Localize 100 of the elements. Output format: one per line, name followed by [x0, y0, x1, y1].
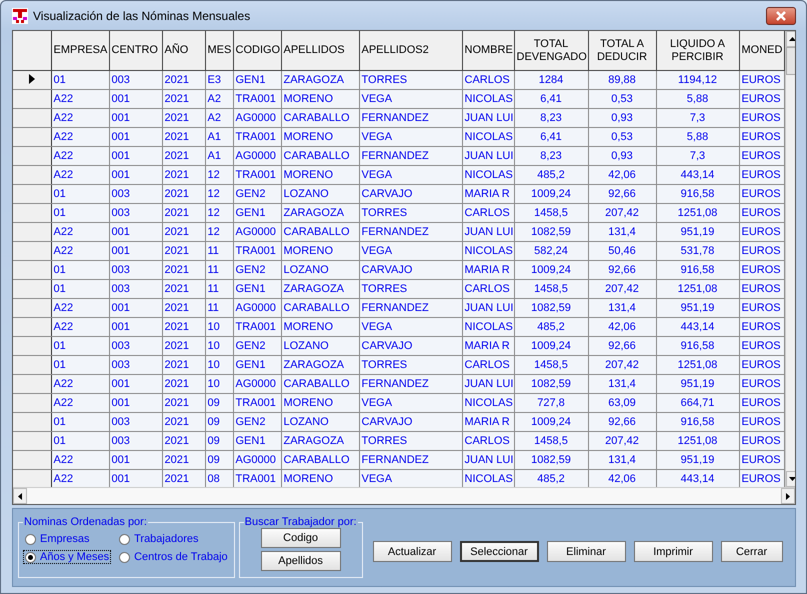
table-cell: A22 — [51, 90, 109, 108]
table-cell: ZARAGOZA — [281, 70, 359, 90]
table-cell: 2021 — [162, 166, 205, 184]
table-cell: EUROS — [739, 204, 784, 222]
table-cell: 11 — [205, 260, 233, 280]
table-cell: 131,4 — [588, 374, 656, 394]
table-cell: 92,66 — [588, 184, 656, 204]
column-header[interactable]: TOTAL A DEDUCIR — [588, 31, 656, 70]
table-cell: LOZANO — [281, 336, 359, 356]
search-button[interactable]: Codigo — [260, 528, 341, 548]
table-cell: EUROS — [739, 394, 784, 412]
table-cell: 003 — [109, 336, 162, 356]
table-cell: 01 — [51, 184, 109, 204]
table-cell: A22 — [51, 108, 109, 128]
table-cell: 207,42 — [588, 280, 656, 298]
table-cell: 63,09 — [588, 394, 656, 412]
table-cell: A22 — [51, 450, 109, 470]
column-header[interactable]: APELLIDOS — [281, 31, 359, 70]
table-cell: VEGA — [359, 242, 462, 260]
scroll-right-button[interactable] — [781, 488, 795, 504]
table-cell: 0,53 — [588, 90, 656, 108]
horizontal-scrollbar[interactable] — [13, 487, 795, 504]
action-button[interactable]: Cerrar — [720, 541, 783, 562]
vertical-scrollbar[interactable] — [784, 31, 795, 487]
table-cell: 001 — [109, 374, 162, 394]
down-arrow-icon — [789, 477, 795, 481]
table-cell: ZARAGOZA — [281, 204, 359, 222]
table-cell: 1082,59 — [514, 298, 588, 318]
table-cell: A22 — [51, 242, 109, 260]
action-button[interactable]: Seleccionar — [460, 541, 539, 562]
action-button[interactable]: Eliminar — [546, 541, 626, 562]
table-cell: NICOLAS — [462, 318, 514, 336]
table-cell: EUROS — [739, 184, 784, 204]
action-button[interactable]: Actualizar — [372, 541, 452, 562]
table-cell: 2021 — [162, 432, 205, 450]
table-cell: JUAN LUI — [462, 374, 514, 394]
table-cell: 443,14 — [656, 318, 739, 336]
table-cell: LOZANO — [281, 260, 359, 280]
table-cell: 001 — [109, 242, 162, 260]
table-cell: 1009,24 — [514, 412, 588, 432]
table-cell: 1458,5 — [514, 204, 588, 222]
table-cell: FERNANDEZ — [359, 374, 462, 394]
table-cell: 42,06 — [588, 166, 656, 184]
table-cell: 003 — [109, 184, 162, 204]
table-cell: CARABALLO — [281, 450, 359, 470]
table-cell: ZARAGOZA — [281, 280, 359, 298]
table-cell: FERNANDEZ — [359, 298, 462, 318]
table-cell: 2021 — [162, 70, 205, 90]
table-cell: 951,19 — [656, 298, 739, 318]
table-cell: EUROS — [739, 318, 784, 336]
table-cell: 531,78 — [656, 242, 739, 260]
table-cell: 01 — [51, 412, 109, 432]
column-header[interactable]: AÑO — [162, 31, 205, 70]
column-header[interactable]: NOMBRE — [462, 31, 514, 70]
column-header[interactable]: TOTAL DEVENGADO — [514, 31, 588, 70]
table-cell: GEN2 — [233, 260, 281, 280]
close-button[interactable] — [766, 6, 796, 24]
column-header[interactable]: APELLIDOS2 — [359, 31, 462, 70]
table-cell: CARABALLO — [281, 222, 359, 242]
table-cell: 2021 — [162, 336, 205, 356]
table-cell: A22 — [51, 166, 109, 184]
table-cell: GEN2 — [233, 336, 281, 356]
column-header[interactable]: MES — [205, 31, 233, 70]
action-button[interactable]: Imprimir — [634, 541, 713, 562]
table-cell: 001 — [109, 222, 162, 242]
table-cell: 951,19 — [656, 450, 739, 470]
table-cell: NICOLAS — [462, 128, 514, 146]
table-cell: 916,58 — [656, 336, 739, 356]
table-cell: 001 — [109, 128, 162, 146]
scroll-left-button[interactable] — [13, 488, 27, 504]
search-button[interactable]: Apellidos — [260, 551, 341, 571]
table-cell: 1458,5 — [514, 432, 588, 450]
radio-option[interactable]: Empresas — [23, 532, 112, 546]
column-header[interactable]: CENTRO — [109, 31, 162, 70]
table-cell: A2 — [205, 108, 233, 128]
table-cell: LOZANO — [281, 412, 359, 432]
table-cell: CARVAJO — [359, 184, 462, 204]
table-cell: AG0000 — [233, 374, 281, 394]
table-cell: 1284 — [514, 70, 588, 90]
table-cell: 664,71 — [656, 394, 739, 412]
table-cell: JUAN LUI — [462, 298, 514, 318]
row-selector[interactable] — [13, 70, 51, 90]
radio-option[interactable]: Trabajadores — [117, 532, 230, 546]
table-cell: 01 — [51, 280, 109, 298]
table-cell: MORENO — [281, 166, 359, 184]
radio-option[interactable]: Centros de Trabajo — [117, 550, 230, 564]
table-cell: A22 — [51, 128, 109, 146]
radio-option[interactable]: Años y Meses — [23, 550, 112, 564]
table-cell: EUROS — [739, 128, 784, 146]
table-cell: EUROS — [739, 108, 784, 128]
column-header[interactable]: EMPRESA — [51, 31, 109, 70]
table-cell: 10 — [205, 356, 233, 374]
table-cell: 1009,24 — [514, 336, 588, 356]
table-cell: E3 — [205, 70, 233, 90]
column-header[interactable]: MONED — [739, 31, 784, 70]
table-cell: EUROS — [739, 298, 784, 318]
column-header[interactable]: LIQUIDO A PERCIBIR — [656, 31, 739, 70]
table-cell: 8,23 — [514, 108, 588, 128]
column-header[interactable]: CODIGO — [233, 31, 281, 70]
current-row-icon — [28, 74, 35, 84]
